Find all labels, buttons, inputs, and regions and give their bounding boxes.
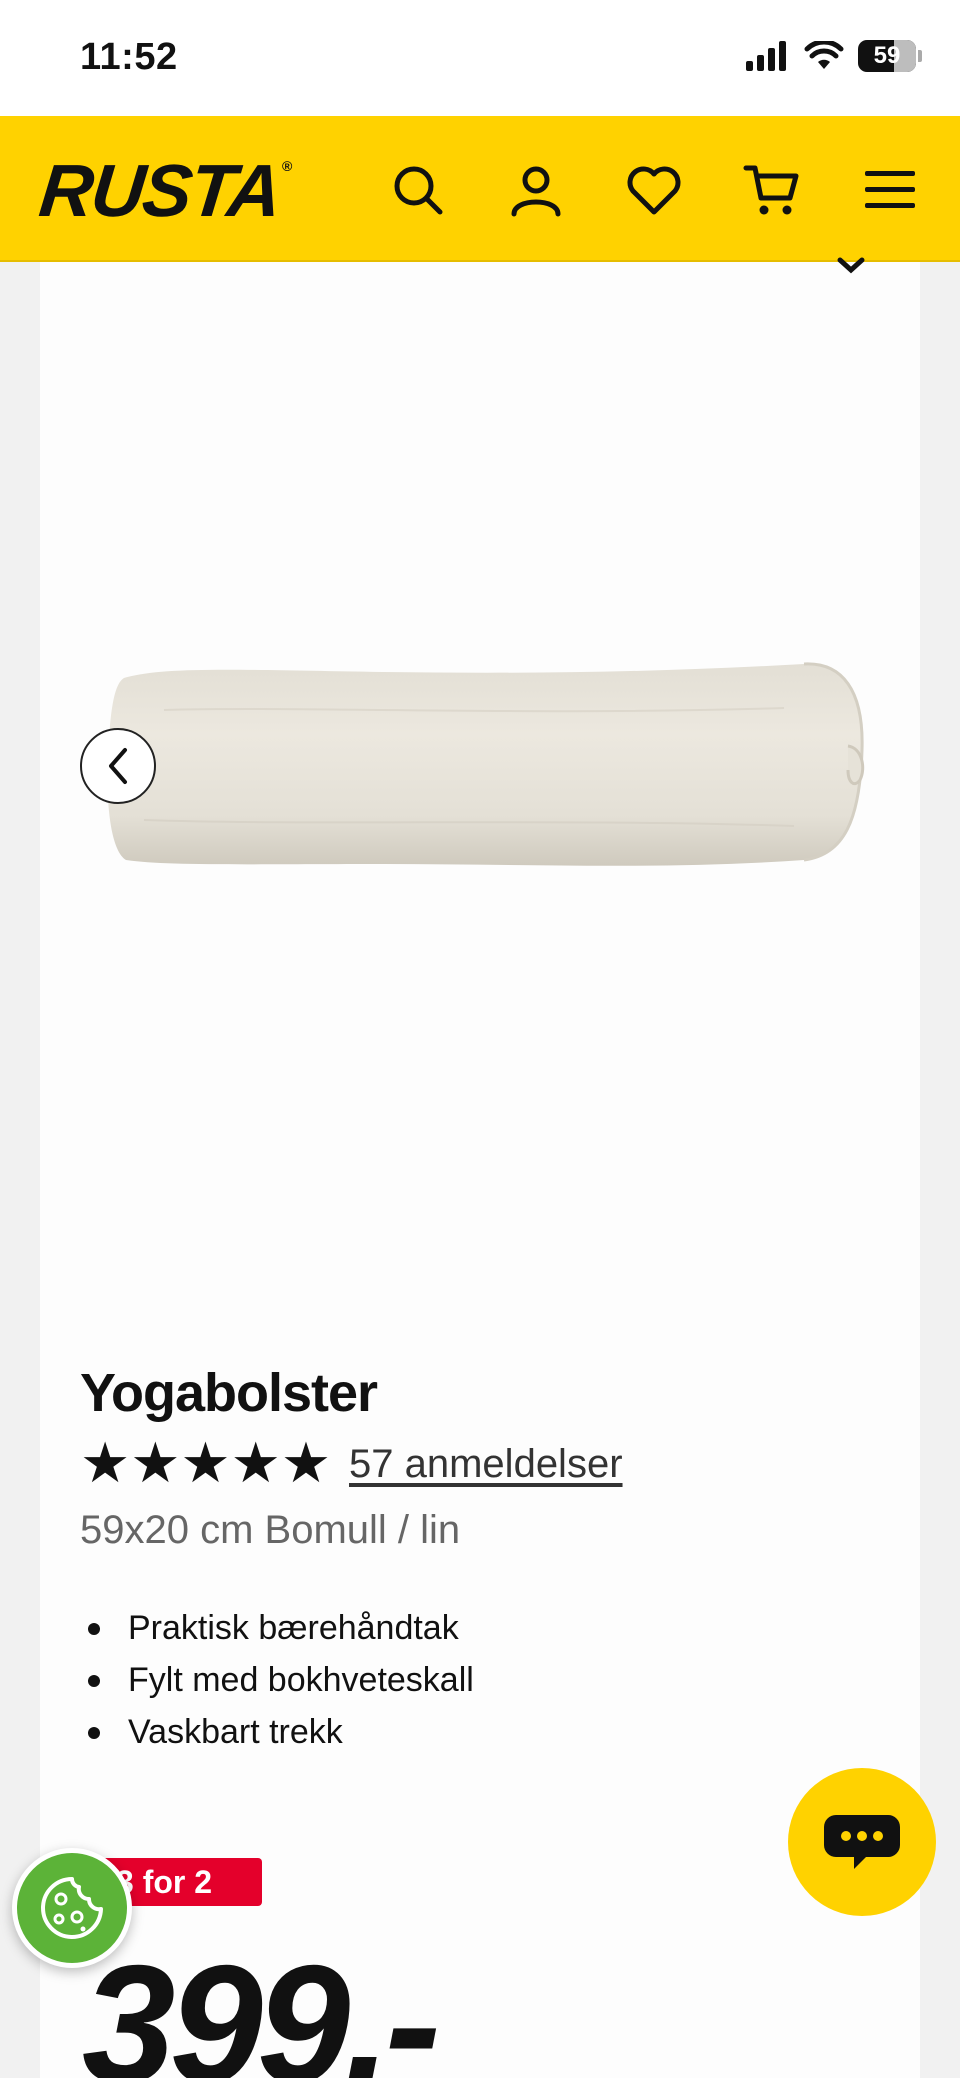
carousel-prev-button[interactable] <box>80 728 156 804</box>
heart-icon <box>627 166 681 215</box>
cookie-settings-button[interactable] <box>12 1848 132 1968</box>
rating-row: ★★★★★ 57 anmeldelser <box>80 1436 623 1492</box>
account-icon <box>511 166 561 217</box>
product-variant: 59x20 cm Bomull / lin <box>80 1508 461 1552</box>
chevron-down-icon[interactable] <box>836 256 866 276</box>
search-icon <box>394 166 443 215</box>
signal-icon <box>746 41 786 71</box>
rusta-logo[interactable]: RUSTA <box>36 149 284 232</box>
status-bar: 11:52 59 <box>0 0 960 116</box>
feature-item: Vaskbart trekk <box>80 1706 474 1758</box>
logo-registered-mark: ® <box>282 158 293 174</box>
chevron-left-icon <box>109 748 127 784</box>
star-rating: ★★★★★ <box>80 1431 332 1496</box>
feature-list: Praktisk bærehåndtak Fylt med bokhvetesk… <box>80 1602 474 1758</box>
product-price: 399,- <box>82 1930 441 2078</box>
reviews-link[interactable]: 57 anmeldelser <box>349 1442 623 1487</box>
page-gutter-left <box>0 262 40 2078</box>
wishlist-button[interactable] <box>622 158 686 222</box>
account-button[interactable] <box>504 158 568 222</box>
site-header: RUSTA ® <box>0 116 960 262</box>
wifi-icon <box>804 41 844 69</box>
cookie-icon <box>41 1877 103 1939</box>
chat-icon <box>824 1815 900 1869</box>
search-button[interactable] <box>386 158 450 222</box>
product-image <box>107 662 865 866</box>
menu-icon <box>865 171 915 208</box>
status-time: 11:52 <box>80 36 178 78</box>
cart-icon <box>743 165 799 215</box>
battery-level: 59 <box>873 42 901 69</box>
cart-button[interactable] <box>740 158 804 222</box>
battery-icon: 59 <box>858 40 922 72</box>
product-card <box>40 262 920 2078</box>
menu-button[interactable] <box>858 158 922 222</box>
status-icons: 59 <box>746 40 922 72</box>
feature-item: Fylt med bokhveteskall <box>80 1654 474 1706</box>
feature-item: Praktisk bærehåndtak <box>80 1602 474 1654</box>
chat-button[interactable] <box>788 1768 936 1916</box>
product-title: Yogabolster <box>80 1363 378 1423</box>
